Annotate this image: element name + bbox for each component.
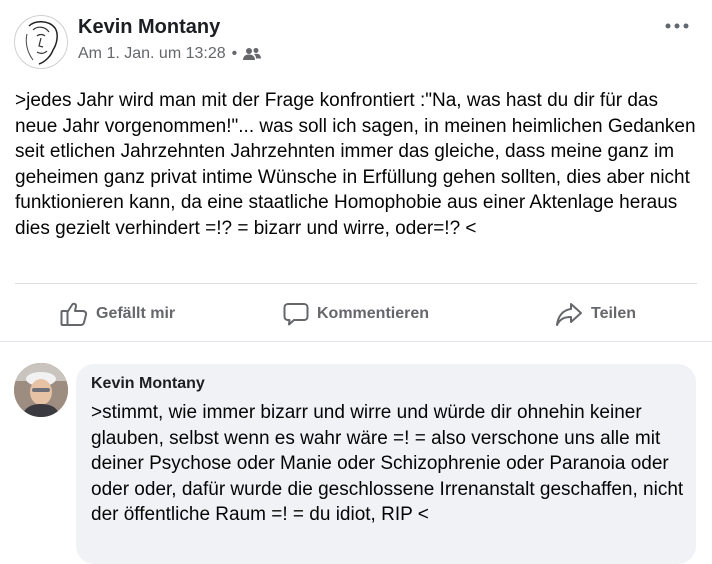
profile-photo-icon — [14, 363, 68, 417]
divider — [15, 283, 697, 284]
post-author-name[interactable]: Kevin Montany — [78, 16, 220, 39]
like-button[interactable]: Gefällt mir — [60, 290, 175, 338]
comment-bubble: Kevin Montany >stimmt, wie immer bizarr … — [76, 364, 696, 564]
post-text: >jedes Jahr wird man mit der Frage konfr… — [15, 90, 696, 239]
post-actions-bar: Gefällt mir Kommentieren Teilen — [0, 290, 712, 338]
comment-button[interactable]: Kommentieren — [283, 290, 429, 338]
thumbs-up-icon — [60, 302, 88, 326]
share-arrow-icon — [556, 303, 582, 326]
share-button[interactable]: Teilen — [555, 290, 636, 338]
sketch-portrait-icon — [25, 21, 58, 65]
divider — [0, 341, 712, 342]
comment-label: Kommentieren — [317, 305, 430, 322]
post-meta: Am 1. Jan. um 13:28 • — [78, 45, 262, 63]
more-dots-icon — [665, 23, 689, 29]
like-label: Gefällt mir — [96, 305, 176, 322]
post-header: Kevin Montany Am 1. Jan. um 13:28 • — [0, 0, 712, 80]
commenter-avatar[interactable] — [14, 363, 68, 417]
comment-text: >stimmt, wie immer bizarr und wirre und … — [91, 402, 684, 525]
meta-separator: • — [231, 45, 238, 62]
more-options-button[interactable] — [662, 14, 692, 38]
friends-icon[interactable] — [243, 47, 262, 61]
comment-author-name[interactable]: Kevin Montany — [91, 375, 205, 393]
speech-bubble-icon — [283, 303, 309, 326]
post-timestamp[interactable]: Am 1. Jan. um 13:28 — [78, 45, 226, 63]
share-label: Teilen — [591, 305, 637, 322]
author-avatar[interactable] — [14, 15, 68, 69]
